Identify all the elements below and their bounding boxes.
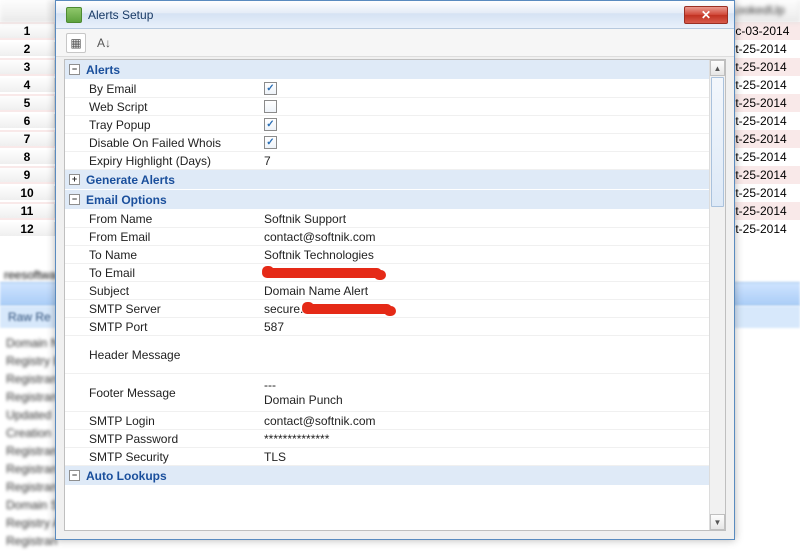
value-smtp-password[interactable]: ************** [260, 430, 709, 447]
redaction-mark [302, 304, 392, 314]
value-header-message[interactable] [260, 336, 709, 373]
value-subject[interactable]: Domain Name Alert [260, 282, 709, 299]
prop-footer-message: Footer Message---Domain Punch [65, 374, 709, 412]
value-footer-message[interactable]: ---Domain Punch [260, 374, 709, 411]
prop-to-name: To NameSoftnik Technologies [65, 246, 709, 264]
prop-subject: SubjectDomain Name Alert [65, 282, 709, 300]
collapse-icon[interactable]: − [69, 470, 80, 481]
scroll-up-button[interactable]: ▲ [710, 60, 725, 76]
value-smtp-port[interactable]: 587 [260, 318, 709, 335]
prop-smtp-port: SMTP Port587 [65, 318, 709, 336]
prop-tray-popup: Tray Popup✓ [65, 116, 709, 134]
prop-smtp-login: SMTP Logincontact@softnik.com [65, 412, 709, 430]
prop-header-message: Header Message [65, 336, 709, 374]
scroll-thumb[interactable] [711, 77, 724, 207]
collapse-icon[interactable]: − [69, 194, 80, 205]
property-grid: −Alerts By Email✓ Web Script Tray Popup✓… [64, 59, 726, 531]
prop-by-email: By Email✓ [65, 80, 709, 98]
category-alerts[interactable]: −Alerts [65, 60, 709, 80]
prop-expiry-highlight: Expiry Highlight (Days)7 [65, 152, 709, 170]
prop-to-email: To Email [65, 264, 709, 282]
value-from-name[interactable]: Softnik Support [260, 210, 709, 227]
value-smtp-login[interactable]: contact@softnik.com [260, 412, 709, 429]
prop-web-script: Web Script [65, 98, 709, 116]
grid-icon: ▦ [70, 36, 81, 50]
collapse-icon[interactable]: − [69, 64, 80, 75]
category-email-options[interactable]: −Email Options [65, 190, 709, 210]
checkbox-web-script[interactable] [264, 100, 277, 113]
checkbox-tray-popup[interactable]: ✓ [264, 118, 277, 131]
app-icon [66, 7, 82, 23]
close-button[interactable]: ✕ [684, 6, 728, 24]
alerts-setup-dialog: Alerts Setup ✕ ▦ A↓ −Alerts By Email✓ We… [55, 0, 735, 540]
value-smtp-server[interactable]: secure. [260, 300, 709, 317]
prop-disable-failed: Disable On Failed Whois✓ [65, 134, 709, 152]
dialog-title: Alerts Setup [88, 8, 153, 22]
toolbar: ▦ A↓ [56, 29, 734, 57]
prop-from-name: From NameSoftnik Support [65, 210, 709, 228]
prop-smtp-server: SMTP Serversecure. [65, 300, 709, 318]
prop-smtp-password: SMTP Password************** [65, 430, 709, 448]
sort-icon: A↓ [97, 36, 111, 50]
titlebar[interactable]: Alerts Setup ✕ [56, 1, 734, 29]
value-smtp-security[interactable]: TLS [260, 448, 709, 465]
sort-button[interactable]: A↓ [94, 33, 114, 53]
redaction-mark [262, 268, 382, 278]
value-to-name[interactable]: Softnik Technologies [260, 246, 709, 263]
value-expiry[interactable]: 7 [260, 152, 709, 169]
checkbox-by-email[interactable]: ✓ [264, 82, 277, 95]
value-to-email[interactable] [260, 264, 709, 281]
expand-icon[interactable]: + [69, 174, 80, 185]
value-from-email[interactable]: contact@softnik.com [260, 228, 709, 245]
vertical-scrollbar[interactable]: ▲ ▼ [709, 60, 725, 530]
close-icon: ✕ [701, 8, 711, 22]
category-generate-alerts[interactable]: +Generate Alerts [65, 170, 709, 190]
prop-smtp-security: SMTP SecurityTLS [65, 448, 709, 466]
category-auto-lookups[interactable]: −Auto Lookups [65, 466, 709, 486]
checkbox-disable-failed[interactable]: ✓ [264, 136, 277, 149]
prop-from-email: From Emailcontact@softnik.com [65, 228, 709, 246]
categorized-button[interactable]: ▦ [66, 33, 86, 53]
